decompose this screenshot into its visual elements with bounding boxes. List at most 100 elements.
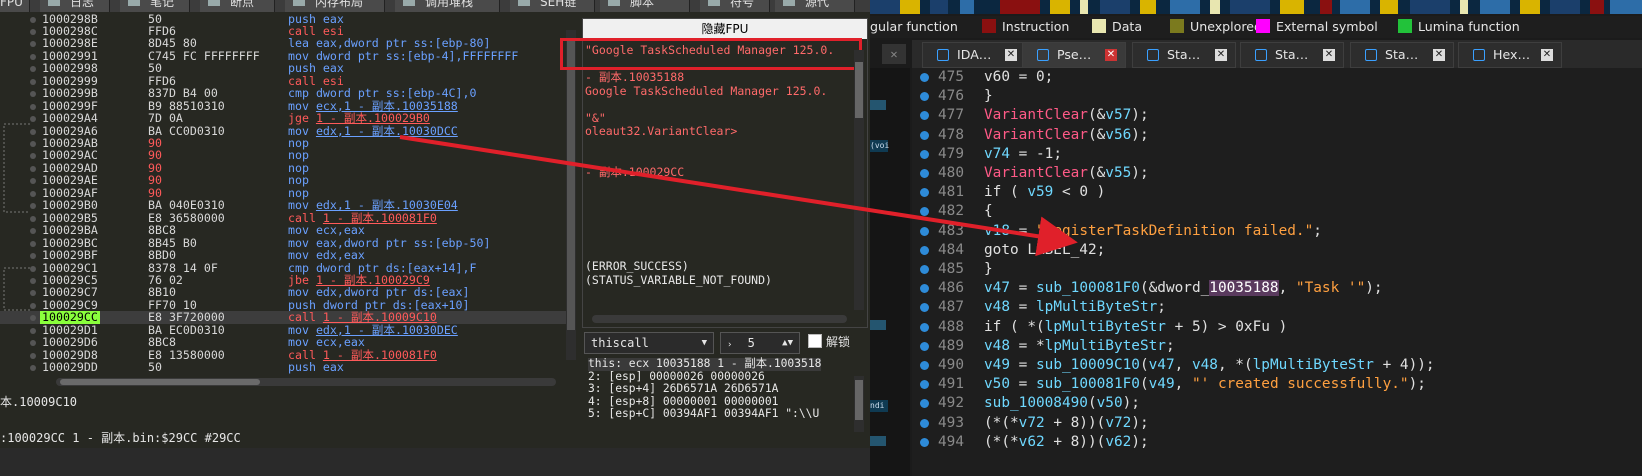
- argument-line[interactable]: this: ecx 10035188 1 - 副本.1003518: [588, 357, 822, 371]
- breakpoint-dot-icon[interactable]: [30, 128, 36, 135]
- breakpoint-dot-icon[interactable]: [30, 116, 36, 123]
- pseudocode-line[interactable]: 480 VariantClear(&v55);: [912, 164, 1642, 183]
- breakpoint-dot-icon[interactable]: [30, 352, 36, 359]
- disasm-row[interactable]: 100029C7 8B10 mov edx,dword ptr ds:[eax]: [0, 286, 570, 299]
- line-marker-icon[interactable]: [920, 188, 929, 198]
- pseudocode-line[interactable]: 488 if ( *(lpMultiByteStr + 5) > 0xFu ): [912, 318, 1642, 337]
- pseudocode-line[interactable]: 477 VariantClear(&v57);: [912, 106, 1642, 125]
- line-marker-icon[interactable]: [920, 361, 929, 370]
- breakpoint-dot-icon[interactable]: [30, 28, 36, 35]
- pseudocode-line[interactable]: 493 (*(*v72 + 8))(v72);: [912, 414, 1642, 433]
- breakpoint-dot-icon[interactable]: [30, 66, 36, 73]
- close-icon[interactable]: ✕: [1541, 49, 1553, 61]
- close-icon[interactable]: ✕: [1215, 49, 1227, 61]
- disasm-row[interactable]: 100029B0 BA 040E0310 mov edx,1 - 副本.10030E…: [0, 199, 570, 212]
- disasm-row[interactable]: 100029AE 90 nop: [0, 174, 570, 187]
- disasm-row[interactable]: 10002998 50 push eax: [0, 62, 570, 75]
- line-marker-icon[interactable]: [920, 322, 929, 332]
- pseudocode-line[interactable]: 482 {: [912, 202, 1642, 221]
- ida-tab[interactable]: Sta… ✕: [1132, 42, 1236, 68]
- breakpoint-dot-icon[interactable]: [30, 228, 36, 235]
- breakpoint-dot-icon[interactable]: [30, 327, 36, 334]
- pseudocode-line[interactable]: 484 goto LABEL_42;: [912, 241, 1642, 260]
- pseudocode-line[interactable]: 476}: [912, 87, 1642, 106]
- pseudocode-line[interactable]: 491 v50 = sub_100081F0(v49, "' created su…: [912, 375, 1642, 394]
- line-marker-icon[interactable]: [920, 284, 929, 294]
- disasm-row[interactable]: 100029BF 8BD0 mov edx,eax: [0, 249, 570, 262]
- ida-tab[interactable]: IDA… ✕: [922, 42, 1026, 68]
- line-marker-icon[interactable]: [920, 303, 929, 313]
- close-icon[interactable]: ✕: [1005, 49, 1017, 61]
- line-marker-icon[interactable]: [920, 92, 929, 102]
- close-icon[interactable]: ✕: [882, 44, 906, 64]
- pseudocode-line[interactable]: 478 VariantClear(&v56);: [912, 126, 1642, 145]
- line-marker-icon[interactable]: [920, 399, 929, 409]
- pseudocode-line[interactable]: 481 if ( v59 < 0 ): [912, 183, 1642, 202]
- debugger-tab-0[interactable]: FPU: [0, 0, 30, 12]
- calling-convention-select[interactable]: thiscall ▼: [584, 332, 714, 354]
- close-icon[interactable]: ✕: [1323, 49, 1335, 61]
- argument-count-spinbox[interactable]: › 5 ▲▼: [720, 332, 800, 354]
- disasm-row[interactable]: 1000299B 837D B4 00 cmp dword ptr ss:[ebp-…: [0, 87, 570, 100]
- ida-tab[interactable]: Hex… ✕: [1458, 42, 1562, 68]
- line-marker-icon[interactable]: [920, 265, 929, 274]
- debugger-tab-8[interactable]: 符号: [700, 0, 770, 12]
- line-marker-icon[interactable]: [920, 149, 929, 159]
- debugger-tab-6[interactable]: SEH链: [510, 0, 595, 12]
- pseudocode-line[interactable]: 485}: [912, 260, 1642, 279]
- register-pane-hscrollbar[interactable]: [592, 315, 847, 323]
- breakpoint-dot-icon[interactable]: [30, 253, 36, 260]
- breakpoint-dot-icon[interactable]: [30, 78, 36, 85]
- debugger-tab-2[interactable]: 笔记: [120, 0, 190, 12]
- line-marker-icon[interactable]: [920, 418, 929, 428]
- argument-line[interactable]: 3: [esp+4] 26D6571A 26D6571A: [588, 383, 778, 396]
- close-icon[interactable]: ✕: [1105, 49, 1117, 61]
- breakpoint-dot-icon[interactable]: [30, 41, 36, 48]
- debugger-tab-1[interactable]: 日志: [40, 0, 110, 12]
- pseudocode-line[interactable]: 475 v60 = 0;: [912, 68, 1642, 87]
- ida-tab[interactable]: Sta… ✕: [1240, 42, 1344, 68]
- ida-tab[interactable]: Pse… ✕: [1022, 42, 1126, 68]
- pseudocode-line[interactable]: 490 v49 = sub_10009C10(v47, v48, *(lpMult…: [912, 356, 1642, 375]
- disassembly-hscroll-thumb[interactable]: [60, 379, 260, 385]
- pseudocode-line[interactable]: 486 v47 = sub_100081F0(&dword_10035188, "…: [912, 279, 1642, 298]
- breakpoint-dot-icon[interactable]: [30, 16, 36, 23]
- breakpoint-dot-icon[interactable]: [30, 53, 36, 60]
- disasm-row[interactable]: 100029CC E8 3F720000 call 1 - 副本.10009C10: [0, 311, 570, 324]
- disasm-row[interactable]: 100029AC 90 nop: [0, 149, 570, 162]
- disassembly-scroll-thumb[interactable]: [567, 40, 575, 330]
- arguments-scroll-thumb[interactable]: [855, 380, 863, 420]
- line-marker-icon[interactable]: [920, 245, 929, 255]
- hide-fpu-button[interactable]: 隐藏FPU: [583, 19, 867, 39]
- argument-line[interactable]: 5: [esp+C] 00394AF1 00394AF1 ":\\U: [588, 408, 819, 421]
- unlock-checkbox[interactable]: [808, 334, 822, 348]
- breakpoint-dot-icon[interactable]: [30, 265, 36, 272]
- debugger-tab-9[interactable]: 源代: [775, 0, 855, 12]
- breakpoint-dot-icon[interactable]: [30, 290, 36, 297]
- disasm-row[interactable]: 100029D6 8BC8 mov ecx,eax: [0, 336, 570, 349]
- ida-tab[interactable]: Sta… ✕: [1350, 42, 1454, 68]
- breakpoint-dot-icon[interactable]: [30, 302, 36, 309]
- pseudocode-line[interactable]: 487 v48 = lpMultiByteStr;: [912, 298, 1642, 317]
- pseudocode-line[interactable]: 494 (*(*v62 + 8))(v62);: [912, 433, 1642, 452]
- debugger-tab-4[interactable]: 内存布局: [285, 0, 385, 12]
- breakpoint-dot-icon[interactable]: [30, 190, 36, 197]
- disasm-row[interactable]: 100029A4 7D 0A jge 1 - 副本.100029B0: [0, 112, 570, 125]
- register-pane-scroll-thumb[interactable]: [855, 62, 863, 118]
- pseudocode-line[interactable]: 479 v74 = -1;: [912, 145, 1642, 164]
- line-marker-icon[interactable]: [920, 111, 929, 121]
- disasm-row[interactable]: 100029DD 50 push eax: [0, 361, 570, 374]
- disassembly-view[interactable]: 1000298B 50 push eax 1000298C FFD6 call esi 10…: [0, 12, 578, 376]
- line-marker-icon[interactable]: [920, 226, 929, 236]
- line-marker-icon[interactable]: [920, 341, 929, 351]
- pseudocode-line[interactable]: 492 sub_10008490(v50);: [912, 394, 1642, 413]
- breakpoint-dot-icon[interactable]: [30, 203, 36, 210]
- line-marker-icon[interactable]: [920, 130, 929, 140]
- breakpoint-dot-icon[interactable]: [30, 153, 36, 160]
- debugger-tab-7[interactable]: 脚本: [600, 0, 690, 12]
- pseudocode-line[interactable]: 489 v48 = *lpMultiByteStr;: [912, 337, 1642, 356]
- breakpoint-dot-icon[interactable]: [30, 277, 36, 284]
- breakpoint-dot-icon[interactable]: [30, 103, 36, 110]
- line-marker-icon[interactable]: [920, 437, 929, 447]
- close-icon[interactable]: ✕: [1433, 49, 1445, 61]
